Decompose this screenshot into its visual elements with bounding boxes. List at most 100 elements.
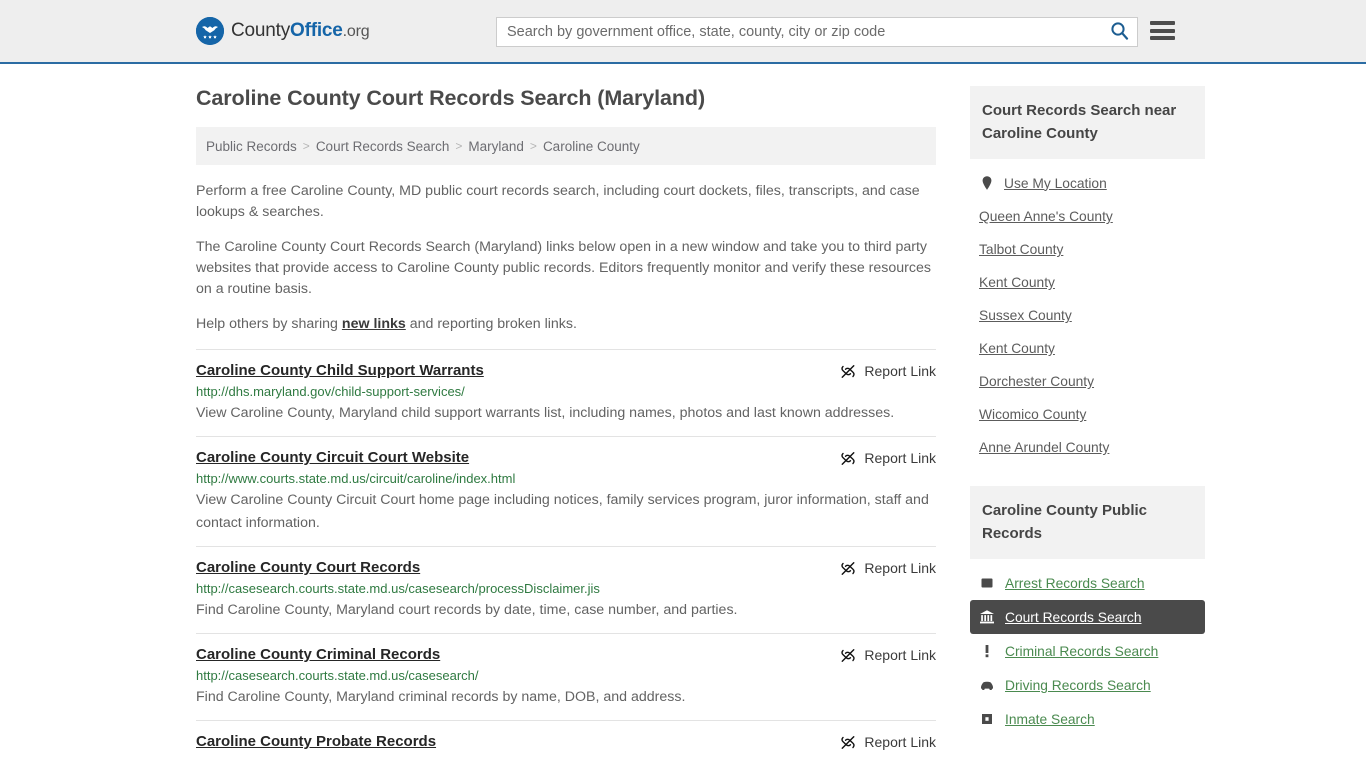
nearby-county-item[interactable]: Anne Arundel County — [970, 431, 1205, 464]
nearby-county-item[interactable]: Kent County — [970, 332, 1205, 365]
site-logo[interactable]: CountyOffice.org — [196, 17, 369, 45]
result-item: Caroline County Probate Records Report L… — [196, 720, 936, 761]
result-header: Caroline County Circuit Court Website Re… — [196, 449, 936, 466]
result-url[interactable]: http://www.courts.state.md.us/circuit/ca… — [196, 471, 936, 486]
breadcrumb-item-3[interactable]: Maryland — [468, 139, 524, 154]
breadcrumb-item-4[interactable]: Caroline County — [543, 139, 640, 154]
broken-link-icon — [840, 450, 856, 466]
report-link-button[interactable]: Report Link — [840, 449, 936, 466]
result-item: Caroline County Circuit Court Website Re… — [196, 436, 936, 546]
exclamation-icon — [979, 643, 995, 659]
search-bar[interactable] — [496, 17, 1138, 47]
result-description: View Caroline County, Maryland child sup… — [196, 402, 936, 425]
result-header: Caroline County Court Records Report Lin… — [196, 559, 936, 576]
nearby-county-item[interactable]: Wicomico County — [970, 398, 1205, 431]
nearby-county-label[interactable]: Wicomico County — [979, 407, 1086, 422]
public-record-label[interactable]: Criminal Records Search — [1005, 644, 1158, 659]
broken-link-icon — [840, 647, 856, 663]
breadcrumb-separator: > — [530, 139, 537, 153]
result-item: Caroline County Court Records Report Lin… — [196, 546, 936, 633]
result-url[interactable]: http://casesearch.courts.state.md.us/cas… — [196, 581, 936, 596]
search-input[interactable] — [497, 18, 1101, 46]
panel-spacer — [970, 464, 1205, 486]
result-title-link[interactable]: Caroline County Criminal Records — [196, 646, 440, 663]
hamburger-bar — [1150, 29, 1175, 33]
fingerprint-card-icon — [979, 575, 995, 591]
public-record-label[interactable]: Driving Records Search — [1005, 678, 1151, 693]
public-record-item[interactable]: Arrest Records Search — [970, 566, 1205, 600]
nearby-county-label[interactable]: Dorchester County — [979, 374, 1094, 389]
report-link-label: Report Link — [864, 450, 936, 466]
nearby-county-label[interactable]: Use My Location — [1004, 176, 1107, 191]
result-url[interactable]: http://dhs.maryland.gov/child-support-se… — [196, 384, 936, 399]
page-title: Caroline County Court Records Search (Ma… — [196, 86, 936, 111]
hamburger-bar — [1150, 36, 1175, 40]
report-link-button[interactable]: Report Link — [840, 733, 936, 750]
nearby-county-item[interactable]: Kent County — [970, 266, 1205, 299]
search-icon — [1110, 21, 1129, 43]
site-header: CountyOffice.org — [0, 0, 1366, 64]
public-record-label[interactable]: Court Records Search — [1005, 610, 1142, 625]
report-link-label: Report Link — [864, 647, 936, 663]
nearby-county-label[interactable]: Queen Anne's County — [979, 209, 1113, 224]
records-panel-title: Caroline County Public Records — [970, 486, 1205, 559]
sidebar: Court Records Search near Caroline Count… — [970, 86, 1205, 761]
result-title-link[interactable]: Caroline County Child Support Warrants — [196, 362, 484, 379]
result-description: View Caroline County Circuit Court home … — [196, 489, 936, 535]
public-record-label[interactable]: Arrest Records Search — [1005, 576, 1145, 591]
hamburger-menu-icon[interactable] — [1150, 21, 1175, 40]
breadcrumb-item-1[interactable]: Public Records — [206, 139, 297, 154]
public-record-label[interactable]: Inmate Search — [1005, 712, 1095, 727]
public-record-item[interactable]: Inmate Search — [970, 702, 1205, 736]
report-link-button[interactable]: Report Link — [840, 646, 936, 663]
nearby-county-item[interactable]: Queen Anne's County — [970, 200, 1205, 233]
breadcrumb-item-2[interactable]: Court Records Search — [316, 139, 450, 154]
site-logo-text: CountyOffice.org — [231, 20, 369, 42]
main-content: Caroline County Court Records Search (Ma… — [196, 86, 936, 761]
nearby-county-item[interactable]: Use My Location — [970, 166, 1205, 200]
report-link-label: Report Link — [864, 560, 936, 576]
result-header: Caroline County Criminal Records Report … — [196, 646, 936, 663]
result-title-link[interactable]: Caroline County Circuit Court Website — [196, 449, 469, 466]
brand-tld: .org — [343, 23, 370, 40]
report-link-button[interactable]: Report Link — [840, 362, 936, 379]
brand-part1: County — [231, 20, 290, 41]
nearby-county-item[interactable]: Talbot County — [970, 233, 1205, 266]
result-url[interactable]: http://casesearch.courts.state.md.us/cas… — [196, 668, 936, 683]
report-link-label: Report Link — [864, 734, 936, 750]
result-header: Caroline County Probate Records Report L… — [196, 733, 936, 750]
result-title-link[interactable]: Caroline County Court Records — [196, 559, 420, 576]
public-record-item[interactable]: Driving Records Search — [970, 668, 1205, 702]
brand-part2: Office — [290, 20, 343, 41]
report-link-button[interactable]: Report Link — [840, 559, 936, 576]
intro-p3-after: and reporting broken links. — [406, 316, 577, 332]
result-item: Caroline County Criminal Records Report … — [196, 633, 936, 720]
near-panel-title: Court Records Search near Caroline Count… — [970, 86, 1205, 159]
public-record-item[interactable]: Criminal Records Search — [970, 634, 1205, 668]
public-record-item-active[interactable]: Court Records Search — [970, 600, 1205, 634]
intro-text: Perform a free Caroline County, MD publi… — [196, 181, 936, 335]
eagle-shield-logo-icon — [196, 17, 224, 45]
intro-paragraph-3: Help others by sharing new links and rep… — [196, 314, 936, 335]
breadcrumb-separator: > — [303, 139, 310, 153]
intro-p3-before: Help others by sharing — [196, 316, 342, 332]
nearby-county-label[interactable]: Sussex County — [979, 308, 1072, 323]
nearby-county-item[interactable]: Sussex County — [970, 299, 1205, 332]
courthouse-icon — [979, 609, 995, 625]
result-description: Find Caroline County, Maryland criminal … — [196, 686, 936, 709]
new-links-link[interactable]: new links — [342, 316, 406, 332]
nearby-county-label[interactable]: Kent County — [979, 275, 1055, 290]
broken-link-icon — [840, 560, 856, 576]
nearby-county-item[interactable]: Dorchester County — [970, 365, 1205, 398]
breadcrumb: Public Records > Court Records Search > Mary… — [196, 127, 936, 165]
nearby-county-label[interactable]: Talbot County — [979, 242, 1063, 257]
nearby-county-label[interactable]: Anne Arundel County — [979, 440, 1109, 455]
broken-link-icon — [840, 734, 856, 750]
public-records-list: Arrest Records Search Court Records Searc… — [970, 559, 1205, 736]
page-body: Caroline County Court Records Search (Ma… — [0, 64, 1366, 761]
nearby-county-label[interactable]: Kent County — [979, 341, 1055, 356]
result-title-link[interactable]: Caroline County Probate Records — [196, 733, 436, 750]
intro-paragraph-2: The Caroline County Court Records Search… — [196, 237, 936, 300]
map-pin-icon — [979, 175, 995, 191]
search-button[interactable] — [1101, 18, 1137, 46]
